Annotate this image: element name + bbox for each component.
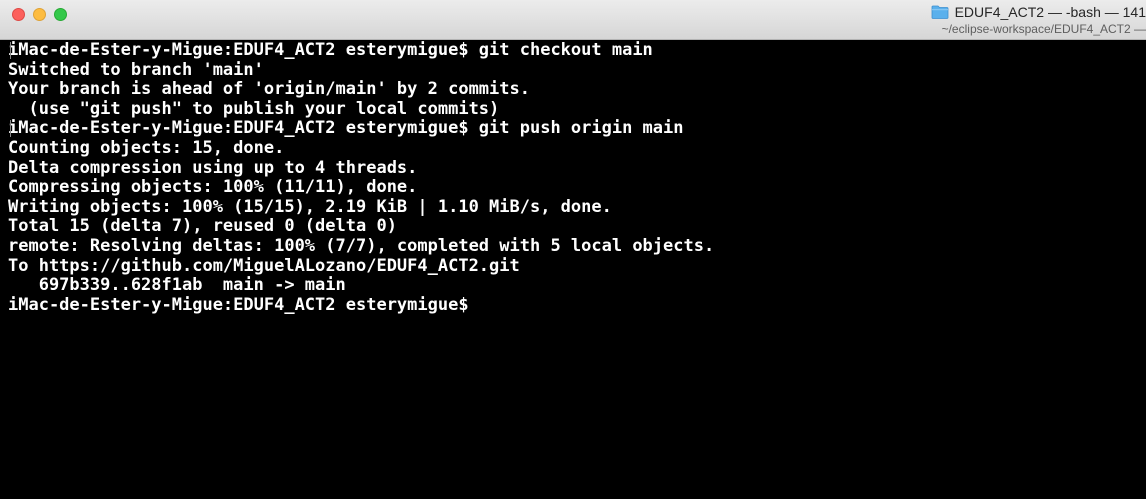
minimize-button[interactable]	[33, 8, 46, 21]
terminal-line: 697b339..628f1ab main -> main	[8, 275, 346, 296]
terminal-line: Total 15 (delta 7), reused 0 (delta 0)	[8, 216, 397, 237]
terminal-window: EDUF4_ACT2 — -bash — 141 ~/eclipse-works…	[0, 0, 1146, 499]
window-subtitle: ~/eclipse-workspace/EDUF4_ACT2 —	[941, 22, 1146, 36]
terminal-line: Compressing objects: 100% (11/11), done.	[8, 177, 418, 198]
terminal-output[interactable]: iMac-de-Ester-y-Migue:EDUF4_ACT2 esterym…	[0, 40, 1146, 499]
close-button[interactable]	[12, 8, 25, 21]
terminal-line: iMac-de-Ester-y-Migue:EDUF4_ACT2 esterym…	[8, 40, 1146, 61]
terminal-line: (use "git push" to publish your local co…	[8, 98, 500, 119]
terminal-line: To https://github.com/MiguelALozano/EDUF…	[8, 255, 520, 276]
terminal-line: iMac-de-Ester-y-Migue:EDUF4_ACT2 esterym…	[8, 294, 469, 315]
terminal-line: Counting objects: 15, done.	[8, 137, 285, 158]
terminal-line: Delta compression using up to 4 threads.	[8, 157, 418, 178]
zoom-button[interactable]	[54, 8, 67, 21]
terminal-line: remote: Resolving deltas: 100% (7/7), co…	[8, 235, 715, 256]
window-controls	[12, 8, 67, 21]
terminal-line: iMac-de-Ester-y-Migue:EDUF4_ACT2 esterym…	[8, 119, 1146, 139]
folder-icon	[931, 5, 948, 19]
terminal-line: Switched to branch 'main'	[8, 59, 264, 80]
window-title-area: EDUF4_ACT2 — -bash — 141	[931, 4, 1146, 20]
terminal-line: Your branch is ahead of 'origin/main' by…	[8, 79, 530, 100]
terminal-line: Writing objects: 100% (15/15), 2.19 KiB …	[8, 196, 612, 217]
title-bar[interactable]: EDUF4_ACT2 — -bash — 141 ~/eclipse-works…	[0, 0, 1146, 40]
window-title: EDUF4_ACT2 — -bash — 141	[954, 4, 1146, 20]
